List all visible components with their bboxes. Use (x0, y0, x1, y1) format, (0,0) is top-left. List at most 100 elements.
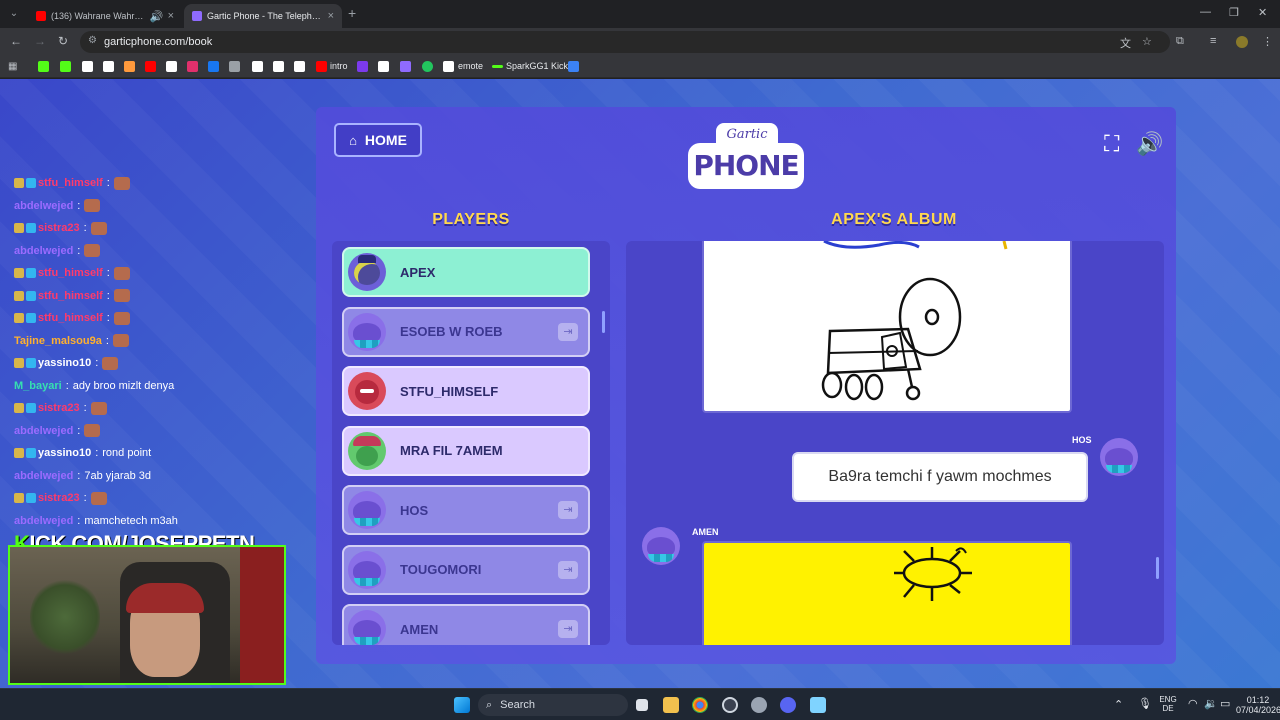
settings-icon[interactable] (751, 697, 767, 713)
site-info-icon[interactable]: ⚙ (88, 35, 100, 47)
kick-player-icon[interactable]: ⇥ (558, 620, 578, 638)
chat-username[interactable]: sistra23 (38, 492, 80, 504)
tray-chevron-icon[interactable]: ⌃ (1114, 698, 1123, 711)
bookmark-gartic-icon[interactable] (400, 61, 411, 72)
bookmark-youtube-icon[interactable] (145, 61, 156, 72)
chat-username[interactable]: M_bayari (14, 380, 62, 392)
player-item[interactable]: TOUGOMORI ⇥ (342, 544, 590, 595)
tab-title: (136) Wahrane Wahrane - Y (51, 11, 146, 21)
bookmark-star-icon[interactable] (252, 61, 263, 72)
player-item[interactable]: AMEN ⇥ (342, 604, 590, 645)
bookmark-star-icon[interactable]: ☆ (1142, 35, 1152, 48)
chat-username[interactable]: stfu_himself (38, 290, 103, 302)
bookmark-instagram-icon[interactable] (187, 61, 198, 72)
player-item[interactable]: ESOEB W ROEB ⇥ (342, 306, 590, 357)
apps-grid-icon[interactable]: ▦ (8, 61, 19, 72)
bookmark-kick-icon[interactable] (38, 61, 49, 72)
back-icon[interactable]: ← (10, 34, 22, 48)
close-window-icon[interactable]: ✕ (1258, 6, 1267, 19)
volume-icon[interactable]: 🔊 (1136, 131, 1163, 157)
restore-icon[interactable]: ❐ (1229, 6, 1239, 19)
bookmark-meta-icon[interactable] (568, 61, 579, 72)
bookmark-v-icon[interactable] (357, 61, 368, 72)
wifi-icon[interactable]: ◠ (1188, 697, 1198, 710)
kick-player-icon[interactable]: ⇥ (558, 322, 578, 341)
fullscreen-icon[interactable]: ⛶ (1104, 131, 1119, 157)
extensions-icon[interactable]: ⧉ (1176, 35, 1184, 48)
chat-username[interactable]: stfu_himself (38, 267, 103, 279)
bookmark-intro-label[interactable]: intro (330, 61, 348, 71)
profile-avatar[interactable] (1236, 36, 1248, 48)
chat-username[interactable]: yassino10 (38, 447, 91, 459)
chat-username[interactable]: abdelwejed (14, 515, 73, 527)
chat-username[interactable]: abdelwejed (14, 425, 73, 437)
taskbar-search[interactable]: ⌕ Search (478, 694, 628, 716)
bookmark-green-icon[interactable] (422, 61, 433, 72)
chat-username[interactable]: abdelwejed (14, 470, 73, 482)
bookmark-download-icon[interactable] (103, 61, 114, 72)
close-tab-icon[interactable]: × (328, 10, 334, 22)
clock[interactable]: 01:12 07/04/2026 (1236, 695, 1280, 715)
close-tab-icon[interactable]: × (168, 10, 174, 22)
volume-tray-icon[interactable]: 🔉 (1204, 697, 1218, 710)
bookmark-tools-icon[interactable] (229, 61, 240, 72)
file-explorer-icon[interactable] (663, 697, 679, 713)
menu-icon[interactable]: ⋮ (1262, 35, 1273, 48)
tab-gartic[interactable]: Gartic Phone - The Telephone G × (184, 4, 342, 28)
forward-icon[interactable]: → (34, 34, 46, 48)
home-button[interactable]: ⌂ HOME (334, 123, 422, 157)
url-text[interactable]: garticphone.com/book (104, 36, 212, 48)
player-item[interactable]: APEX (342, 247, 590, 297)
task-view-icon[interactable] (636, 699, 648, 711)
translate-icon[interactable]: 文 (1120, 35, 1131, 51)
bookmark-gmail-icon[interactable] (124, 61, 135, 72)
bookmark-tiktok-icon[interactable] (166, 61, 177, 72)
bookmark-d-icon[interactable] (60, 61, 71, 72)
windows-start-icon[interactable] (454, 697, 470, 713)
speaker-icon[interactable]: 🔊 (150, 10, 164, 23)
chat-username[interactable]: stfu_himself (38, 312, 103, 324)
chat-username[interactable]: abdelwejed (14, 200, 73, 212)
chat-username[interactable]: stfu_himself (38, 177, 103, 189)
tab-search-icon[interactable]: ⌄ (6, 6, 22, 22)
battery-icon[interactable]: ▭ (1220, 697, 1230, 710)
lang-bottom: DE (1162, 704, 1174, 713)
bookmark-doc-icon[interactable] (294, 61, 305, 72)
kick-player-icon[interactable]: ⇥ (558, 560, 578, 579)
album-panel: HOS Ba9ra temchi f yawm mochmes AMEN (626, 241, 1164, 645)
obs-icon[interactable] (722, 697, 738, 713)
minimize-icon[interactable]: — (1200, 6, 1211, 18)
bookmark-p-icon[interactable] (378, 61, 389, 72)
tab-youtube[interactable]: (136) Wahrane Wahrane - Y 🔊 × (28, 4, 182, 28)
chat-username[interactable]: Tajine_malsou9a (14, 335, 102, 347)
bookmark-youtube-intro-icon[interactable] (316, 61, 327, 72)
reading-list-icon[interactable]: ≡ (1210, 35, 1216, 47)
kick-player-icon[interactable]: ⇥ (558, 501, 578, 519)
bookmark-emote-icon[interactable] (443, 61, 454, 72)
notepad-icon[interactable] (810, 697, 826, 713)
microphone-icon[interactable]: 🎙 (1138, 697, 1152, 710)
player-item[interactable]: STFU_HIMSELF (342, 366, 590, 416)
album-scrollbar[interactable] (1156, 557, 1159, 579)
discord-icon[interactable] (780, 697, 796, 713)
player-name: ESOEB W ROEB (400, 324, 503, 339)
bookmark-kick-spark-icon[interactable] (492, 65, 503, 68)
bookmark-sparkgg-label[interactable]: SparkGG1 Kick (506, 61, 568, 71)
chat-username[interactable]: sistra23 (38, 402, 80, 414)
chrome-icon[interactable] (692, 697, 708, 713)
omnibox[interactable]: ⚙ garticphone.com/book (80, 31, 1170, 53)
player-item[interactable]: HOS ⇥ (342, 485, 590, 535)
player-item[interactable]: MRA FIL 7AMEM (342, 425, 590, 476)
bookmark-emote-label[interactable]: emote (458, 61, 483, 71)
chat-username[interactable]: abdelwejed (14, 245, 73, 257)
bookmark-circle-icon[interactable] (273, 61, 284, 72)
chat-username[interactable]: yassino10 (38, 357, 91, 369)
bookmark-facebook-icon[interactable] (208, 61, 219, 72)
bookmark-diamond-icon[interactable] (82, 61, 93, 72)
lang-indicator[interactable]: ENG DE (1158, 695, 1178, 713)
reload-icon[interactable]: ↻ (58, 34, 68, 48)
chat-text: ady broo mizlt denya (72, 379, 175, 392)
new-tab-icon[interactable]: + (348, 5, 356, 21)
chat-username[interactable]: sistra23 (38, 222, 80, 234)
players-scrollbar[interactable] (602, 311, 605, 333)
